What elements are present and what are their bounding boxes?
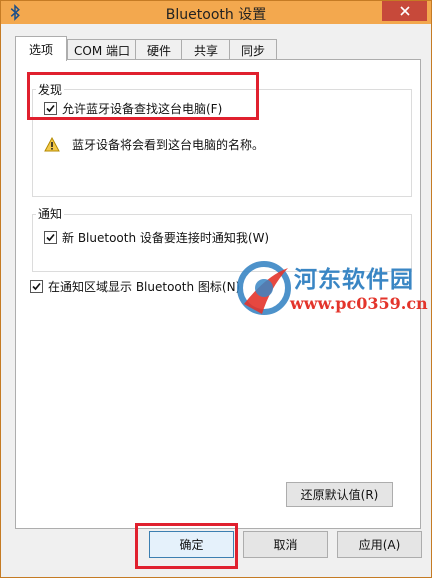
watermark-logo xyxy=(237,261,291,315)
show-tray-icon-checkbox[interactable] xyxy=(30,280,43,293)
discovery-highlight-box xyxy=(27,72,259,120)
restore-defaults-button[interactable]: 还原默认值(R) xyxy=(286,482,393,507)
ok-highlight-box xyxy=(135,523,238,569)
tab-options[interactable]: 选项 xyxy=(15,36,67,61)
cancel-button[interactable]: 取消 xyxy=(243,531,328,558)
checkmark-icon xyxy=(32,282,41,291)
warning-icon xyxy=(44,137,60,152)
window-title: Bluetooth 设置 xyxy=(165,7,267,23)
tab-hardware[interactable]: 硬件 xyxy=(135,39,183,60)
warning-text: 蓝牙设备将会看到这台电脑的名称。 xyxy=(72,138,265,152)
checkmark-icon xyxy=(46,233,55,242)
close-icon xyxy=(399,6,410,16)
tab-sync[interactable]: 同步 xyxy=(229,39,277,60)
show-tray-icon-option[interactable]: 在通知区域显示 Bluetooth 图标(N) xyxy=(30,278,240,295)
discovery-warning: 蓝牙设备将会看到这台电脑的名称。 xyxy=(44,136,264,153)
tab-com-ports[interactable]: COM 端口 xyxy=(67,39,137,60)
watermark-url: www.pc0359.cn xyxy=(290,294,428,313)
notify-new-device-option[interactable]: 新 Bluetooth 设备要连接时通知我(W) xyxy=(44,229,269,246)
close-button[interactable] xyxy=(382,1,427,21)
show-tray-icon-label: 在通知区域显示 Bluetooth 图标(N) xyxy=(48,280,241,294)
watermark-site-name: 河东软件园 xyxy=(294,266,414,293)
notify-new-device-label: 新 Bluetooth 设备要连接时通知我(W) xyxy=(62,231,270,245)
apply-button[interactable]: 应用(A) xyxy=(337,531,422,558)
site-watermark: 河东软件园 www.pc0359.cn xyxy=(236,256,432,320)
notifications-group-label: 通知 xyxy=(36,205,65,222)
tab-sharing[interactable]: 共享 xyxy=(181,39,231,60)
notify-new-device-checkbox[interactable] xyxy=(44,231,57,244)
title-bar[interactable]: Bluetooth 设置 xyxy=(1,1,431,24)
